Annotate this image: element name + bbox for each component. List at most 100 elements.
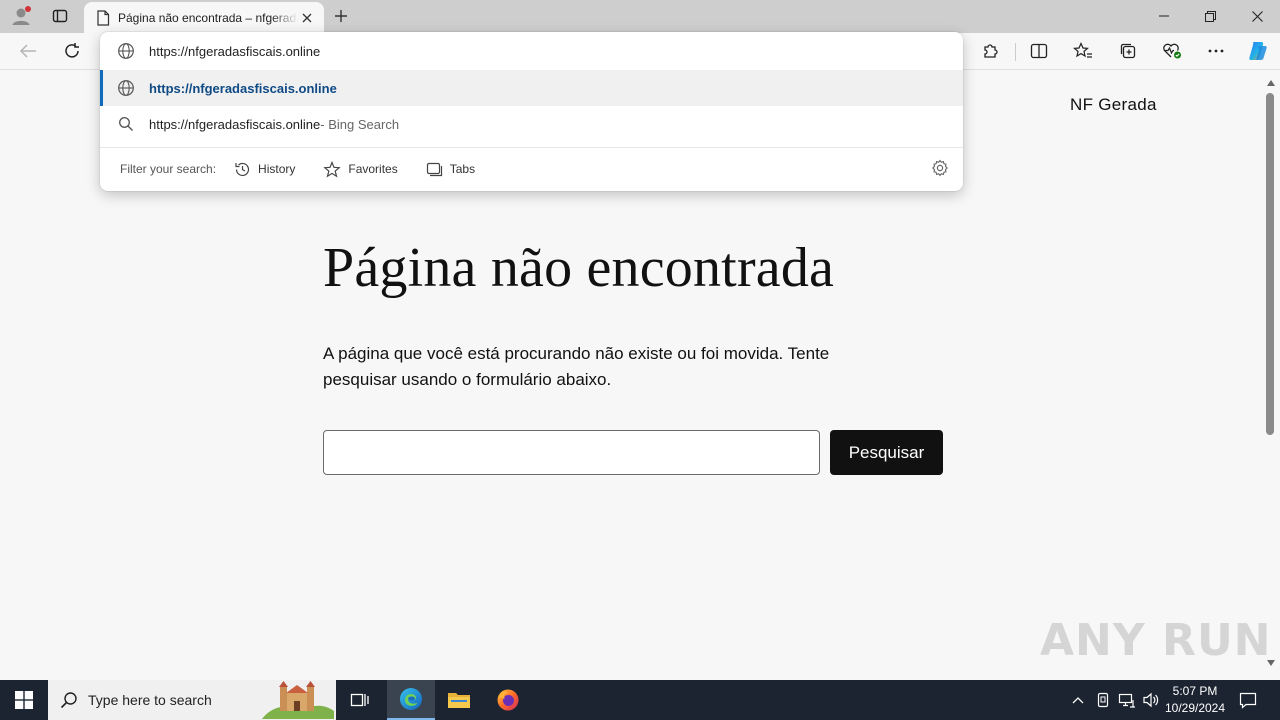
site-title-link[interactable]: NF Gerada — [1070, 95, 1157, 115]
filter-label: Filter your search: — [120, 162, 217, 176]
globe-icon — [116, 41, 136, 61]
chevron-up-icon — [1072, 697, 1084, 704]
star-icon — [323, 160, 342, 178]
taskbar-search-box[interactable]: Type here to search — [48, 680, 336, 720]
notifications-button[interactable] — [1236, 680, 1260, 720]
minimize-button[interactable] — [1141, 0, 1187, 32]
search-button[interactable]: Pesquisar — [830, 430, 943, 475]
puzzle-icon — [984, 44, 998, 58]
close-window-button[interactable] — [1234, 0, 1280, 32]
more-dots-icon — [1208, 49, 1224, 53]
firefox-icon — [497, 689, 519, 711]
taskbar-edge[interactable] — [387, 680, 435, 720]
clock-time: 5:07 PM — [1172, 684, 1218, 698]
anyrun-watermark: ANY RUN — [1040, 610, 1272, 670]
settings-more-button[interactable] — [1201, 37, 1231, 65]
refresh-icon — [65, 43, 79, 58]
address-bar-dropdown: https://nfgeradasfiscais.online https://… — [100, 32, 963, 191]
search-input[interactable] — [323, 430, 820, 475]
search-settings-button[interactable] — [931, 159, 949, 182]
scrollbar-thumb[interactable] — [1266, 93, 1274, 435]
task-view-icon — [350, 693, 369, 707]
address-input[interactable]: https://nfgeradasfiscais.online — [149, 44, 320, 59]
device-icon — [1097, 692, 1109, 708]
page-scrollbar[interactable] — [1262, 71, 1280, 678]
filter-tabs-label: Tabs — [449, 162, 476, 176]
globe-icon — [116, 78, 136, 98]
back-arrow-icon — [19, 44, 36, 58]
notification-icon — [1239, 692, 1257, 709]
suggestion-item-url[interactable]: https://nfgeradasfiscais.online — [100, 70, 963, 106]
favorites-star-icon — [1073, 42, 1092, 58]
favorites-button[interactable] — [1068, 37, 1098, 65]
taskbar-search-placeholder: Type here to search — [88, 692, 212, 708]
clock-date: 10/29/2024 — [1164, 701, 1226, 715]
refresh-button[interactable] — [57, 37, 87, 65]
scroll-up-arrow-icon[interactable] — [1265, 77, 1277, 89]
tab-close-button[interactable] — [298, 9, 316, 27]
profile-button[interactable] — [6, 3, 36, 29]
tab-active[interactable]: Página não encontrada – nfgeradasfiscais — [84, 2, 324, 33]
back-button[interactable] — [13, 37, 43, 65]
collections-button[interactable] — [1113, 37, 1143, 65]
search-icon — [60, 691, 78, 709]
page-message: A página que você está procurando não ex… — [323, 344, 830, 389]
browser-essentials-button[interactable] — [1157, 37, 1187, 65]
taskbar-file-explorer[interactable] — [435, 680, 483, 720]
selection-indicator — [100, 70, 103, 106]
page-icon — [97, 9, 110, 26]
close-icon — [302, 13, 312, 22]
speaker-icon — [1143, 692, 1159, 708]
filter-history[interactable]: History — [234, 161, 295, 178]
network-button[interactable] — [1117, 680, 1137, 720]
search-filter-bar: Filter your search: History Favorites Ta… — [120, 158, 503, 180]
dropdown-divider — [100, 147, 963, 148]
collections-icon — [1120, 43, 1136, 59]
gear-icon — [931, 159, 949, 177]
filter-history-label: History — [258, 162, 296, 176]
history-icon — [234, 161, 251, 178]
extensions-button[interactable] — [976, 37, 1006, 65]
folder-icon — [448, 693, 470, 708]
show-hidden-icons-button[interactable] — [1068, 680, 1088, 720]
taskbar-firefox[interactable] — [484, 680, 532, 720]
profile-icon — [12, 6, 31, 25]
watermark-text: ANY RUN — [1040, 614, 1272, 666]
tray-device-button[interactable] — [1094, 680, 1112, 720]
page-title: Página não encontrada — [323, 237, 835, 299]
network-icon — [1118, 693, 1135, 708]
split-screen-button[interactable] — [1024, 37, 1054, 65]
plus-icon — [335, 10, 347, 22]
heart-pulse-icon — [1163, 43, 1181, 59]
copilot-icon — [1249, 42, 1267, 60]
tab-actions-button[interactable] — [45, 3, 75, 29]
windows-logo-icon — [15, 691, 33, 709]
restore-icon — [1204, 10, 1216, 22]
tab-title: Página não encontrada – nfgeradasfiscais — [118, 10, 298, 25]
taskbar-clock[interactable]: 5:07 PM 10/29/2024 — [1160, 683, 1230, 717]
split-screen-icon — [1030, 43, 1048, 59]
new-tab-button[interactable] — [328, 3, 354, 29]
close-icon — [1251, 10, 1263, 22]
taskbar: Type here to search 5:07 PM 10/29/2024 — [0, 680, 1280, 720]
filter-tabs[interactable]: Tabs — [426, 161, 475, 177]
start-button[interactable] — [0, 680, 48, 720]
filter-favorites-label: Favorites — [348, 162, 398, 176]
edge-icon — [400, 688, 422, 710]
search-icon — [116, 114, 136, 134]
title-bar: Página não encontrada – nfgeradasfiscais — [0, 0, 1280, 33]
restore-button[interactable] — [1187, 0, 1233, 32]
filter-favorites[interactable]: Favorites — [323, 160, 398, 178]
tab-actions-icon — [52, 9, 68, 23]
tabs-icon — [426, 161, 443, 177]
address-bar[interactable]: https://nfgeradasfiscais.online — [100, 33, 963, 69]
suggestion-item-search[interactable]: https://nfgeradasfiscais.online - Bing S… — [100, 106, 963, 142]
search-highlight-castle-icon — [262, 681, 334, 719]
task-view-button[interactable] — [336, 680, 384, 720]
suggestion-text: https://nfgeradasfiscais.online — [149, 80, 337, 96]
copilot-button[interactable] — [1243, 37, 1273, 65]
suggestion-text: https://nfgeradasfiscais.online — [149, 116, 321, 132]
volume-button[interactable] — [1141, 680, 1161, 720]
minimize-icon — [1159, 15, 1169, 17]
suggestion-suffix: - Bing Search — [320, 116, 400, 132]
